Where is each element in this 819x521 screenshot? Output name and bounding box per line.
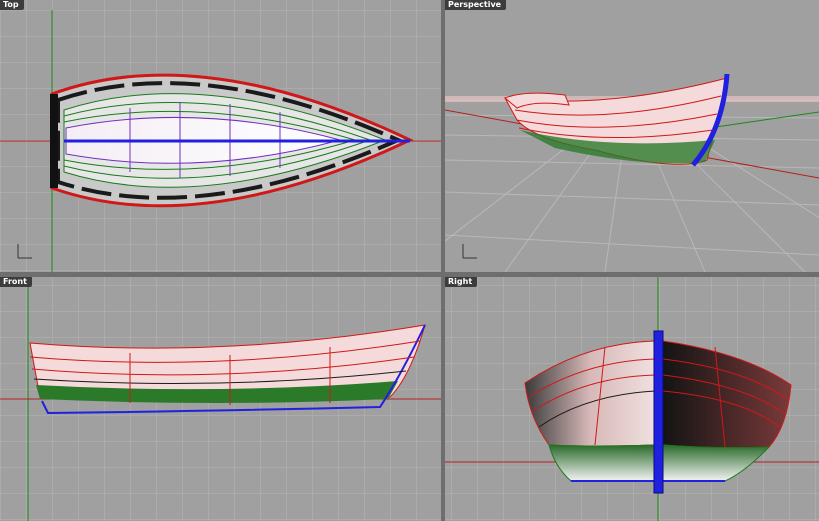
viewport-perspective[interactable]: Perspective xyxy=(445,0,819,272)
right-view-canvas xyxy=(445,277,819,521)
rhino-viewport-layout: Top Perspective Front Right xyxy=(0,0,819,521)
viewport-title-right[interactable]: Right xyxy=(445,277,478,287)
axis-triad-icon xyxy=(459,240,481,262)
viewport-top[interactable]: Top xyxy=(0,0,441,272)
top-view-canvas xyxy=(0,0,441,272)
viewport-front[interactable]: Front xyxy=(0,277,441,521)
viewport-title-front[interactable]: Front xyxy=(0,277,32,287)
viewport-right[interactable]: Right xyxy=(445,277,819,521)
viewport-title-perspective[interactable]: Perspective xyxy=(445,0,507,10)
perspective-view-canvas xyxy=(445,73,819,272)
front-view-canvas xyxy=(0,277,441,521)
hull-perspective-view xyxy=(504,73,730,167)
viewport-title-top[interactable]: Top xyxy=(0,0,24,10)
axis-triad-icon xyxy=(14,240,36,262)
